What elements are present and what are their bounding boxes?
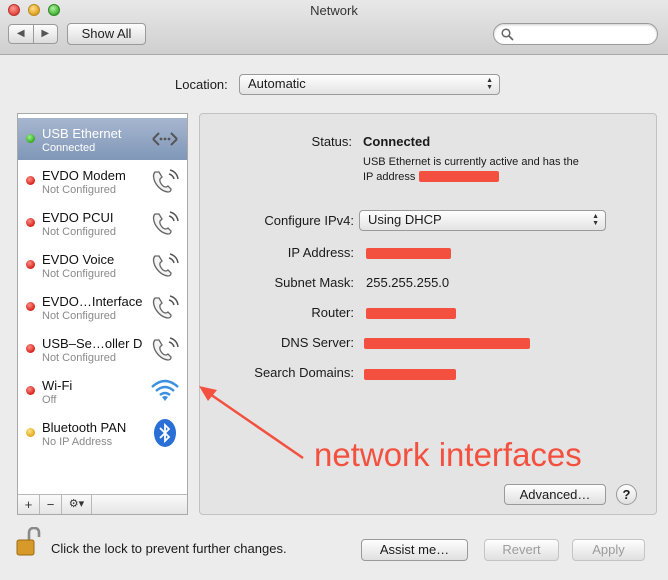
location-value: Automatic xyxy=(248,76,306,91)
status-dot xyxy=(26,428,35,437)
popup-arrows-icon: ▲ ▼ xyxy=(486,77,493,91)
phone-icon xyxy=(152,295,179,319)
phone-icon xyxy=(152,211,179,235)
service-item-usb-ethernet[interactable]: USB Ethernet Connected xyxy=(18,118,187,160)
show-all-button[interactable]: Show All xyxy=(67,23,146,45)
status-dot xyxy=(26,176,35,185)
service-status: Not Configured xyxy=(42,268,116,280)
status-value: Connected xyxy=(363,134,431,149)
window-title: Network xyxy=(310,3,358,18)
add-service-button[interactable]: + xyxy=(18,495,40,514)
search-input[interactable] xyxy=(493,23,658,45)
dns-server-label: DNS Server: xyxy=(281,335,354,350)
advanced-button[interactable]: Advanced… xyxy=(504,484,606,505)
forward-button[interactable]: ▶ xyxy=(34,25,58,43)
subnet-mask-label: Subnet Mask: xyxy=(274,275,355,290)
service-name: EVDO Voice xyxy=(42,252,115,267)
service-item-bluetooth-pan[interactable]: Bluetooth PAN No IP Address xyxy=(18,412,187,454)
status-label: Status: xyxy=(311,134,352,149)
status-dot xyxy=(26,260,35,269)
service-status: Off xyxy=(42,394,57,406)
remove-service-button[interactable]: − xyxy=(40,495,62,514)
status-dot xyxy=(26,218,35,227)
phone-icon xyxy=(152,253,179,277)
service-item-evdo-modem[interactable]: EVDO Modem Not Configured xyxy=(18,160,187,202)
service-name: Wi-Fi xyxy=(42,378,73,393)
redaction-mark xyxy=(364,338,530,349)
redaction-mark xyxy=(366,248,451,259)
service-item-evdo-voice[interactable]: EVDO Voice Not Configured xyxy=(18,244,187,286)
configure-ipv4-popup[interactable]: Using DHCP ▲ ▼ xyxy=(359,210,606,231)
service-name: Bluetooth PAN xyxy=(42,420,127,435)
service-status: No IP Address xyxy=(42,436,113,448)
status-dot xyxy=(26,302,35,311)
apply-button[interactable]: Apply xyxy=(572,539,645,561)
back-button[interactable]: ◀ xyxy=(9,25,34,43)
search-domains-label: Search Domains: xyxy=(254,365,354,380)
sidebar-controls: + − ⚙▾ xyxy=(18,494,187,514)
router-label: Router: xyxy=(311,305,354,320)
search-icon xyxy=(501,28,514,41)
popup-arrows-icon: ▲ ▼ xyxy=(592,213,599,227)
lock-message: Click the lock to prevent further change… xyxy=(51,541,287,556)
service-name: USB–Se…oller D xyxy=(42,336,143,351)
configure-ipv4-value: Using DHCP xyxy=(368,212,442,227)
status-dot xyxy=(26,134,35,143)
ethernet-icon xyxy=(152,132,178,146)
assist-me-button[interactable]: Assist me… xyxy=(361,539,468,561)
service-item-evdo-pcui[interactable]: EVDO PCUI Not Configured xyxy=(18,202,187,244)
service-status: Not Configured xyxy=(42,352,116,364)
phone-icon xyxy=(152,337,179,361)
redaction-mark xyxy=(366,308,456,319)
subnet-mask-value: 255.255.255.0 xyxy=(366,275,450,290)
service-name: EVDO PCUI xyxy=(42,210,114,225)
redaction-mark xyxy=(364,369,456,380)
bluetooth-icon xyxy=(154,419,176,447)
service-status: Not Configured xyxy=(42,310,116,322)
redaction-mark xyxy=(419,171,499,182)
service-item-evdo-interface[interactable]: EVDO…Interface Not Configured xyxy=(18,286,187,328)
service-status: Connected xyxy=(42,142,96,154)
service-name: EVDO Modem xyxy=(42,168,126,183)
annotation-arrow xyxy=(199,386,304,460)
status-dot xyxy=(26,344,35,353)
service-status: Not Configured xyxy=(42,226,116,238)
service-list: USB Ethernet Connected EVDO Modem Not Co… xyxy=(17,113,188,515)
status-desc-line1: USB Ethernet is currently active and has… xyxy=(363,156,579,168)
service-name: EVDO…Interface xyxy=(42,294,143,309)
service-item-usb-serial[interactable]: USB–Se…oller D Not Configured xyxy=(18,328,187,370)
lock-icon[interactable] xyxy=(16,527,42,557)
revert-button[interactable]: Revert xyxy=(484,539,559,561)
ip-address-label: IP Address: xyxy=(287,245,354,260)
wifi-icon xyxy=(151,379,179,401)
service-status: Not Configured xyxy=(42,184,116,196)
status-dot xyxy=(26,386,35,395)
gear-menu-button[interactable]: ⚙▾ xyxy=(62,495,92,514)
configure-ipv4-label: Configure IPv4: xyxy=(264,213,354,228)
location-label: Location: xyxy=(175,77,228,92)
help-button[interactable]: ? xyxy=(616,484,637,505)
location-popup[interactable]: Automatic ▲ ▼ xyxy=(239,74,500,95)
service-name: USB Ethernet xyxy=(42,126,122,141)
back-forward-group: ◀ ▶ xyxy=(8,24,58,44)
service-item-wifi[interactable]: Wi-Fi Off xyxy=(18,370,187,412)
phone-icon xyxy=(152,169,179,193)
title-bar: Network ◀ ▶ Show All xyxy=(0,0,668,55)
annotation-label: network interfaces xyxy=(314,436,582,473)
